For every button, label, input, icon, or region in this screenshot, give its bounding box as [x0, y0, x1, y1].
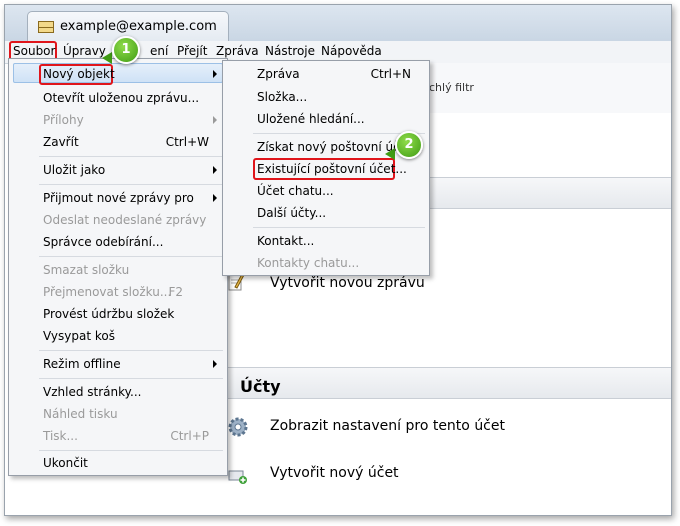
menu-item-print-preview: Náhled tisku	[43, 407, 118, 421]
quick-filter-button[interactable]: chlý filtr	[429, 81, 474, 94]
menu-view[interactable]: ení	[150, 44, 168, 58]
menu-separator	[39, 378, 223, 379]
menu-item-empty-trash[interactable]: Vysypat koš	[43, 329, 115, 343]
menu-item-delete-folder: Smazat složku	[43, 263, 130, 277]
new-object-submenu: Zpráva Ctrl+N Složka... Uložené hledání.…	[222, 60, 430, 276]
submenu-item-chat-account[interactable]: Účet chatu...	[257, 184, 334, 198]
menu-message[interactable]: Zpráva	[216, 44, 259, 58]
menu-item-get-messages[interactable]: Přijmout nové zprávy pro	[43, 191, 194, 205]
menu-edit[interactable]: Úpravy	[63, 44, 106, 58]
gear-icon	[227, 416, 249, 438]
submenu-item-existing-account[interactable]: Existující poštovní účet...	[257, 162, 407, 176]
callout-2-tail	[385, 148, 395, 160]
menu-file[interactable]: Soubor	[13, 44, 55, 58]
accounts-heading: Účty	[240, 377, 281, 396]
shortcut-rename: F2	[168, 285, 183, 299]
shortcut-print: Ctrl+P	[170, 429, 209, 443]
account-settings-link[interactable]: Zobrazit nastavení pro tento účet	[270, 418, 505, 434]
submenu-item-message[interactable]: Zpráva	[257, 67, 300, 81]
title-bar: example@example.com	[5, 5, 671, 42]
menu-item-quit[interactable]: Ukončit	[43, 456, 88, 470]
submenu-arrow-icon	[213, 116, 217, 124]
submenu-arrow-icon	[213, 70, 217, 78]
submenu-item-folder[interactable]: Složka...	[257, 90, 307, 104]
menu-item-attachments: Přílohy	[43, 113, 84, 127]
menu-item-new-object[interactable]: Nový objekt	[43, 67, 115, 81]
menu-separator	[39, 450, 223, 451]
shortcut-close: Ctrl+W	[165, 135, 209, 149]
submenu-item-saved-search[interactable]: Uložené hledání...	[257, 112, 365, 126]
callout-step-2: 2	[395, 131, 423, 159]
menu-separator	[39, 350, 223, 351]
menu-separator	[253, 227, 425, 228]
submenu-arrow-icon	[213, 194, 217, 202]
menu-item-open-saved[interactable]: Otevřít uloženou zprávu...	[43, 91, 199, 105]
submenu-item-chat-contacts: Kontakty chatu...	[257, 256, 360, 270]
submenu-arrow-icon	[213, 166, 217, 174]
shortcut-new-message: Ctrl+N	[370, 67, 411, 81]
submenu-item-other-accounts[interactable]: Další účty...	[257, 206, 326, 220]
callout-1-tail	[102, 52, 112, 64]
menu-item-subscribe[interactable]: Správce odebírání...	[43, 235, 163, 249]
menu-item-print: Tisk...	[43, 429, 78, 443]
menu-item-rename-folder: Přejmenovat složku...	[43, 285, 172, 299]
menu-help[interactable]: Nápověda	[321, 44, 382, 58]
envelope-icon	[38, 21, 54, 33]
menu-item-compact-folders[interactable]: Provést údržbu složek	[43, 307, 174, 321]
menu-item-send-unsent: Odeslat neodeslané zprávy	[43, 213, 207, 227]
menu-item-page-setup[interactable]: Vzhled stránky...	[43, 385, 141, 399]
menu-separator	[39, 184, 223, 185]
submenu-item-contact[interactable]: Kontakt...	[257, 234, 314, 248]
menu-tools[interactable]: Nástroje	[265, 44, 315, 58]
tab-title: example@example.com	[60, 19, 217, 34]
menu-separator	[39, 256, 223, 257]
write-message-link[interactable]: Vytvořit novou zprávu	[270, 275, 425, 291]
menu-separator	[39, 156, 223, 157]
new-account-icon	[227, 463, 249, 485]
menu-item-offline[interactable]: Režim offline	[43, 357, 121, 371]
file-menu-dropdown: Nový objekt Otevřít uloženou zprávu... P…	[8, 58, 228, 476]
menu-item-close[interactable]: Zavřít	[43, 135, 79, 149]
submenu-arrow-icon	[213, 360, 217, 368]
create-account-link[interactable]: Vytvořit nový účet	[270, 465, 399, 481]
menu-item-save-as[interactable]: Uložit jako	[43, 163, 105, 177]
menu-go[interactable]: Přejít	[177, 44, 207, 58]
callout-step-1: 1	[112, 36, 140, 64]
